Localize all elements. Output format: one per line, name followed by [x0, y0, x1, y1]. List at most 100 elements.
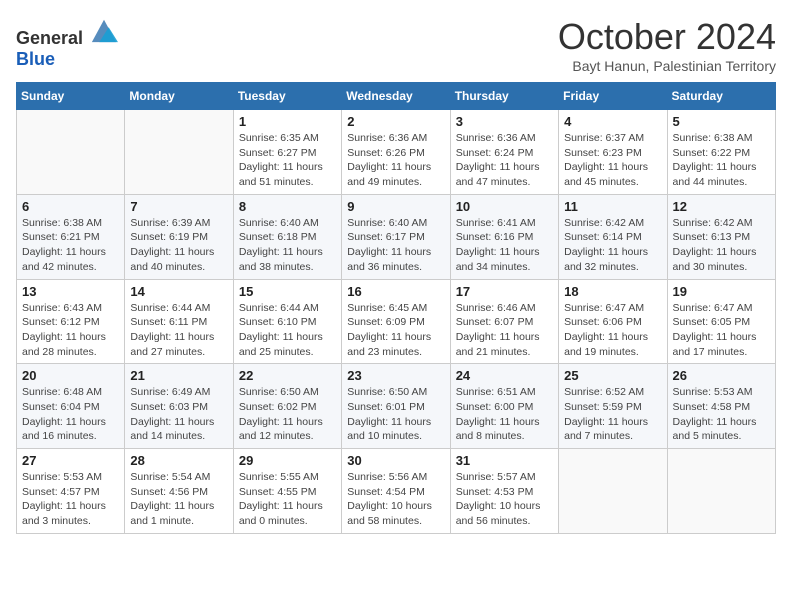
- calendar-cell: 18 Sunrise: 6:47 AMSunset: 6:06 PMDayligh…: [559, 279, 667, 364]
- day-info: Sunrise: 6:39 AMSunset: 6:19 PMDaylight:…: [130, 216, 227, 275]
- day-info: Sunrise: 6:47 AMSunset: 6:05 PMDaylight:…: [673, 301, 770, 360]
- day-info: Sunrise: 6:44 AMSunset: 6:11 PMDaylight:…: [130, 301, 227, 360]
- weekday-header-cell: Friday: [559, 83, 667, 110]
- day-number: 6: [22, 199, 119, 214]
- day-number: 8: [239, 199, 336, 214]
- calendar-cell: 6 Sunrise: 6:38 AMSunset: 6:21 PMDaylight…: [17, 194, 125, 279]
- day-info: Sunrise: 5:53 AMSunset: 4:58 PMDaylight:…: [673, 385, 770, 444]
- day-info: Sunrise: 6:51 AMSunset: 6:00 PMDaylight:…: [456, 385, 553, 444]
- day-info: Sunrise: 5:55 AMSunset: 4:55 PMDaylight:…: [239, 470, 336, 529]
- day-info: Sunrise: 6:49 AMSunset: 6:03 PMDaylight:…: [130, 385, 227, 444]
- day-number: 7: [130, 199, 227, 214]
- day-info: Sunrise: 6:47 AMSunset: 6:06 PMDaylight:…: [564, 301, 661, 360]
- calendar-cell: 5 Sunrise: 6:38 AMSunset: 6:22 PMDaylight…: [667, 110, 775, 195]
- day-number: 1: [239, 114, 336, 129]
- calendar-cell: 29 Sunrise: 5:55 AMSunset: 4:55 PMDayligh…: [233, 449, 341, 534]
- calendar-cell: 15Sunrise: 6:44 AMSunset: 6:10 PMDayligh…: [233, 279, 341, 364]
- calendar-cell: 3 Sunrise: 6:36 AMSunset: 6:24 PMDaylight…: [450, 110, 558, 195]
- day-number: 10: [456, 199, 553, 214]
- calendar-cell: 11 Sunrise: 6:42 AMSunset: 6:14 PMDayligh…: [559, 194, 667, 279]
- calendar-cell: 25 Sunrise: 6:52 AMSunset: 5:59 PMDayligh…: [559, 364, 667, 449]
- day-info: Sunrise: 5:53 AMSunset: 4:57 PMDaylight:…: [22, 470, 119, 529]
- day-number: 29: [239, 453, 336, 468]
- day-number: 5: [673, 114, 770, 129]
- day-info: Sunrise: 6:46 AMSunset: 6:07 PMDaylight:…: [456, 301, 553, 360]
- calendar-table: SundayMondayTuesdayWednesdayThursdayFrid…: [16, 82, 776, 534]
- calendar-cell: 19 Sunrise: 6:47 AMSunset: 6:05 PMDayligh…: [667, 279, 775, 364]
- day-number: 24: [456, 368, 553, 383]
- calendar-cell: 20 Sunrise: 6:48 AMSunset: 6:04 PMDayligh…: [17, 364, 125, 449]
- calendar-cell: 30 Sunrise: 5:56 AMSunset: 4:54 PMDayligh…: [342, 449, 450, 534]
- day-number: 4: [564, 114, 661, 129]
- weekday-header-cell: Saturday: [667, 83, 775, 110]
- day-info: Sunrise: 6:42 AMSunset: 6:13 PMDaylight:…: [673, 216, 770, 275]
- calendar-week-row: 13 Sunrise: 6:43 AMSunset: 6:12 PMDayligh…: [17, 279, 776, 364]
- calendar-cell: 8Sunrise: 6:40 AMSunset: 6:18 PMDaylight…: [233, 194, 341, 279]
- day-number: 21: [130, 368, 227, 383]
- day-info: Sunrise: 6:40 AMSunset: 6:17 PMDaylight:…: [347, 216, 444, 275]
- calendar-cell: 13 Sunrise: 6:43 AMSunset: 6:12 PMDayligh…: [17, 279, 125, 364]
- weekday-header-row: SundayMondayTuesdayWednesdayThursdayFrid…: [17, 83, 776, 110]
- day-number: 30: [347, 453, 444, 468]
- day-number: 19: [673, 284, 770, 299]
- month-title: October 2024: [558, 16, 776, 58]
- day-number: 23: [347, 368, 444, 383]
- calendar-cell: 14 Sunrise: 6:44 AMSunset: 6:11 PMDayligh…: [125, 279, 233, 364]
- day-info: Sunrise: 5:54 AMSunset: 4:56 PMDaylight:…: [130, 470, 227, 529]
- day-number: 31: [456, 453, 553, 468]
- calendar-cell: 24 Sunrise: 6:51 AMSunset: 6:00 PMDayligh…: [450, 364, 558, 449]
- calendar-cell: 9 Sunrise: 6:40 AMSunset: 6:17 PMDaylight…: [342, 194, 450, 279]
- day-info: Sunrise: 5:56 AMSunset: 4:54 PMDaylight:…: [347, 470, 444, 529]
- day-info: Sunrise: 6:37 AMSunset: 6:23 PMDaylight:…: [564, 131, 661, 190]
- calendar-cell: 16Sunrise: 6:45 AMSunset: 6:09 PMDayligh…: [342, 279, 450, 364]
- calendar-body: 1 Sunrise: 6:35 AMSunset: 6:27 PMDaylight…: [17, 110, 776, 534]
- calendar-cell: 10 Sunrise: 6:41 AMSunset: 6:16 PMDayligh…: [450, 194, 558, 279]
- day-number: 11: [564, 199, 661, 214]
- day-number: 17: [456, 284, 553, 299]
- day-number: 9: [347, 199, 444, 214]
- day-info: Sunrise: 6:43 AMSunset: 6:12 PMDaylight:…: [22, 301, 119, 360]
- weekday-header-cell: Thursday: [450, 83, 558, 110]
- day-number: 16: [347, 284, 444, 299]
- day-number: 13: [22, 284, 119, 299]
- calendar-cell: 23 Sunrise: 6:50 AMSunset: 6:01 PMDayligh…: [342, 364, 450, 449]
- calendar-cell: 22Sunrise: 6:50 AMSunset: 6:02 PMDayligh…: [233, 364, 341, 449]
- calendar-cell: 17 Sunrise: 6:46 AMSunset: 6:07 PMDayligh…: [450, 279, 558, 364]
- calendar-cell: 12Sunrise: 6:42 AMSunset: 6:13 PMDayligh…: [667, 194, 775, 279]
- calendar-cell: 4 Sunrise: 6:37 AMSunset: 6:23 PMDaylight…: [559, 110, 667, 195]
- weekday-header-cell: Monday: [125, 83, 233, 110]
- day-number: 28: [130, 453, 227, 468]
- calendar-cell: 27 Sunrise: 5:53 AMSunset: 4:57 PMDayligh…: [17, 449, 125, 534]
- page-header: General Blue October 2024 Bayt Hanun, Pa…: [16, 16, 776, 74]
- calendar-cell: 31 Sunrise: 5:57 AMSunset: 4:53 PMDayligh…: [450, 449, 558, 534]
- calendar-cell: 2Sunrise: 6:36 AMSunset: 6:26 PMDaylight…: [342, 110, 450, 195]
- day-info: Sunrise: 6:38 AMSunset: 6:22 PMDaylight:…: [673, 131, 770, 190]
- day-number: 22: [239, 368, 336, 383]
- calendar-cell: [125, 110, 233, 195]
- logo-general: General: [16, 28, 83, 48]
- logo: General Blue: [16, 16, 118, 70]
- day-info: Sunrise: 6:38 AMSunset: 6:21 PMDaylight:…: [22, 216, 119, 275]
- calendar-cell: 21 Sunrise: 6:49 AMSunset: 6:03 PMDayligh…: [125, 364, 233, 449]
- day-number: 14: [130, 284, 227, 299]
- day-info: Sunrise: 6:42 AMSunset: 6:14 PMDaylight:…: [564, 216, 661, 275]
- location-title: Bayt Hanun, Palestinian Territory: [558, 58, 776, 74]
- day-info: Sunrise: 6:36 AMSunset: 6:24 PMDaylight:…: [456, 131, 553, 190]
- day-info: Sunrise: 6:52 AMSunset: 5:59 PMDaylight:…: [564, 385, 661, 444]
- calendar-cell: [667, 449, 775, 534]
- day-number: 3: [456, 114, 553, 129]
- day-info: Sunrise: 6:41 AMSunset: 6:16 PMDaylight:…: [456, 216, 553, 275]
- day-info: Sunrise: 6:50 AMSunset: 6:01 PMDaylight:…: [347, 385, 444, 444]
- day-info: Sunrise: 6:44 AMSunset: 6:10 PMDaylight:…: [239, 301, 336, 360]
- day-number: 18: [564, 284, 661, 299]
- day-info: Sunrise: 5:57 AMSunset: 4:53 PMDaylight:…: [456, 470, 553, 529]
- day-info: Sunrise: 6:35 AMSunset: 6:27 PMDaylight:…: [239, 131, 336, 190]
- day-info: Sunrise: 6:48 AMSunset: 6:04 PMDaylight:…: [22, 385, 119, 444]
- calendar-week-row: 27 Sunrise: 5:53 AMSunset: 4:57 PMDayligh…: [17, 449, 776, 534]
- day-number: 20: [22, 368, 119, 383]
- weekday-header-cell: Tuesday: [233, 83, 341, 110]
- day-number: 25: [564, 368, 661, 383]
- day-number: 27: [22, 453, 119, 468]
- title-area: October 2024 Bayt Hanun, Palestinian Ter…: [558, 16, 776, 74]
- day-number: 2: [347, 114, 444, 129]
